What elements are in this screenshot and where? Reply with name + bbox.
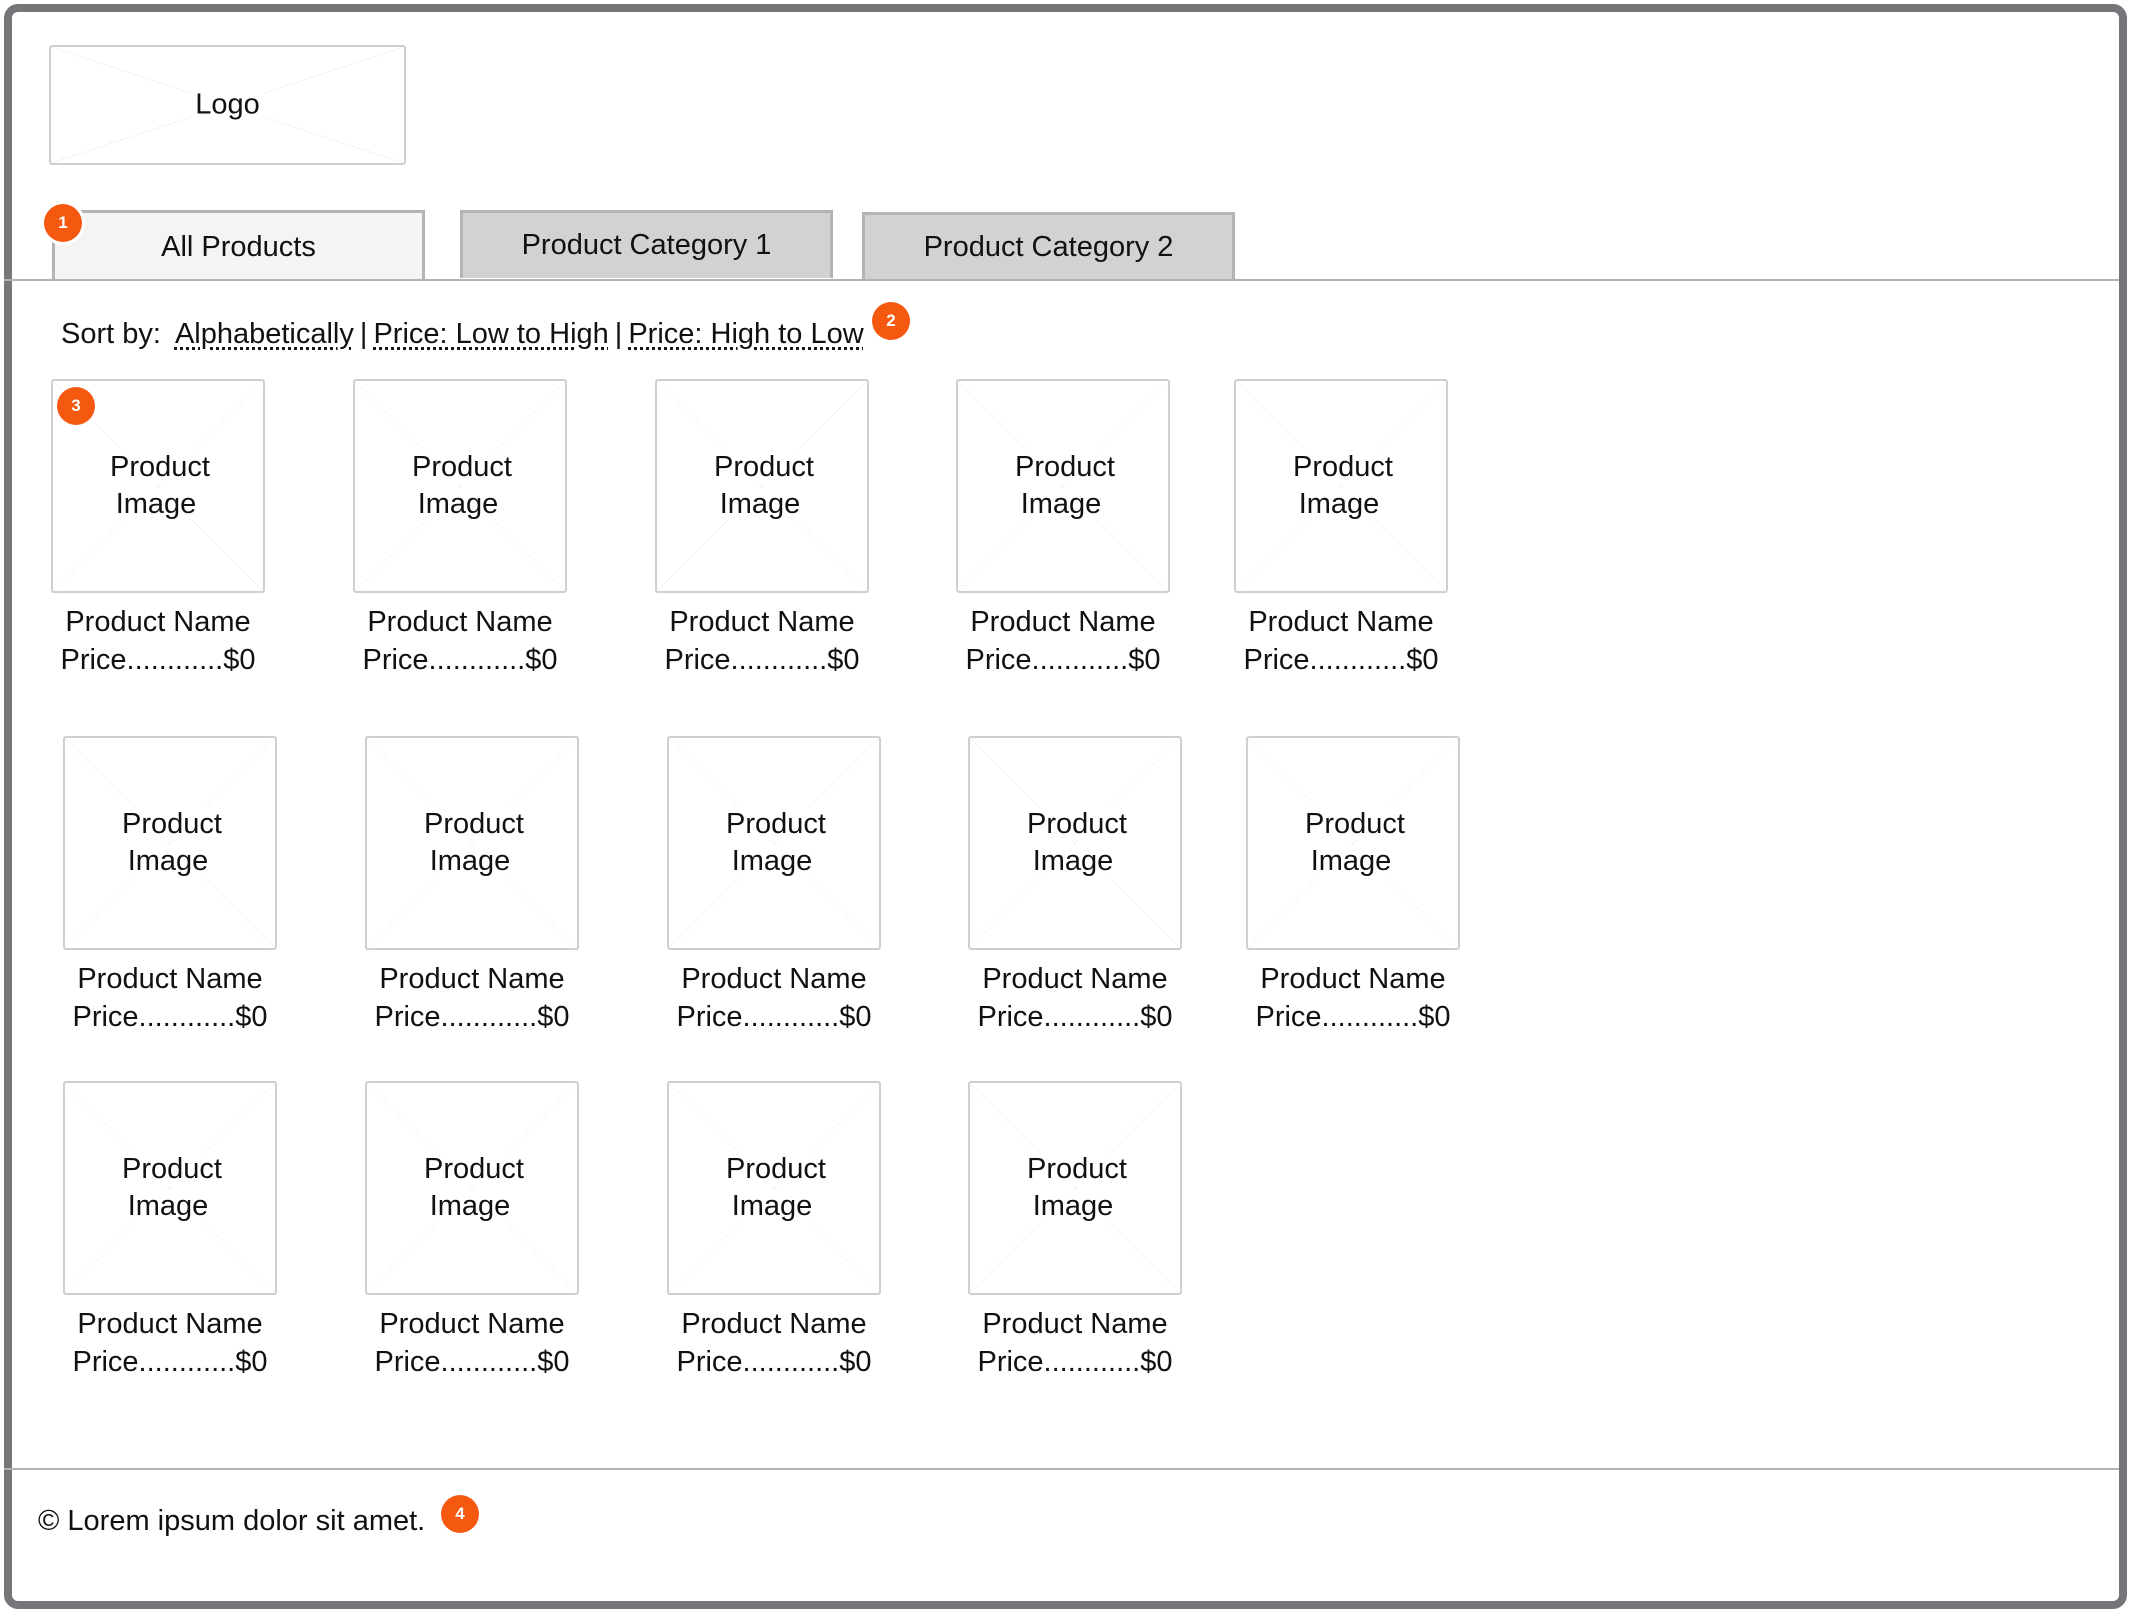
product-name[interactable]: Product Name (43, 1305, 297, 1343)
product-image-label: Product Image (1019, 1153, 1131, 1222)
tab-label: Product Category 2 (923, 231, 1174, 263)
sort-separator: | (614, 318, 623, 350)
product-card[interactable]: Product Image Product Name Price...........… (956, 379, 1170, 679)
product-card[interactable]: Product Image Product Name Price...........… (1234, 379, 1448, 679)
product-name[interactable]: Product Name (345, 1305, 599, 1343)
product-name[interactable]: Product Name (31, 603, 285, 641)
product-image-label: Product Image (1007, 451, 1119, 520)
product-image[interactable]: Product Image (968, 1081, 1182, 1295)
product-image-label: Product Image (706, 451, 818, 520)
product-card[interactable]: Product Image Product Name Price...........… (655, 379, 869, 679)
product-card[interactable]: Product Image Product Name Price...........… (353, 379, 567, 679)
product-name[interactable]: Product Name (635, 603, 889, 641)
sort-price-high-low-link[interactable]: Price: High to Low (628, 318, 863, 350)
tab-product-category-1[interactable]: Product Category 1 (460, 210, 833, 278)
tab-label: All Products (161, 230, 316, 263)
product-name[interactable]: Product Name (647, 1305, 901, 1343)
product-image[interactable]: Product Image (353, 379, 567, 593)
sort-label: Sort by: (61, 318, 161, 350)
product-price: Price............$0 (72, 1001, 268, 1033)
product-name[interactable]: Product Name (1226, 960, 1480, 998)
product-image[interactable]: Product Image (63, 1081, 277, 1295)
product-price: Price............$0 (374, 1001, 570, 1033)
product-price: Price............$0 (72, 1346, 268, 1378)
product-price: Price............$0 (362, 644, 558, 676)
product-image-label: Product Image (114, 1153, 226, 1222)
product-price: Price............$0 (977, 1001, 1173, 1033)
product-image-label: Product Image (102, 451, 214, 520)
product-card[interactable]: Product Image Product Name Price...........… (1246, 736, 1460, 1036)
product-price: Price............$0 (676, 1001, 872, 1033)
product-image-label: Product Image (404, 451, 516, 520)
tab-all-products[interactable]: All Products (52, 210, 425, 281)
product-price: Price............$0 (1243, 644, 1439, 676)
product-card[interactable]: Product Image Product Name Price...........… (968, 1081, 1182, 1381)
product-image-label: Product Image (718, 808, 830, 877)
tabs-divider (4, 279, 2119, 281)
product-image[interactable]: Product Image (968, 736, 1182, 950)
sort-bar: Sort by: Alphabetically | Price: Low to Hig… (61, 318, 864, 351)
product-name[interactable]: Product Name (43, 960, 297, 998)
product-image[interactable]: Product Image (956, 379, 1170, 593)
sort-price-low-high-link[interactable]: Price: Low to High (373, 318, 608, 350)
product-card[interactable]: Product Image Product Name Price...........… (63, 1081, 277, 1381)
tab-product-category-2[interactable]: Product Category 2 (862, 212, 1235, 280)
product-image[interactable]: Product Image (655, 379, 869, 593)
product-image-label: Product Image (718, 1153, 830, 1222)
product-image[interactable]: Product Image (365, 736, 579, 950)
sort-separator: | (359, 318, 368, 350)
product-price: Price............$0 (60, 644, 256, 676)
product-image[interactable]: Product Image (365, 1081, 579, 1295)
logo[interactable]: Logo (49, 45, 406, 165)
product-price: Price............$0 (965, 644, 1161, 676)
product-image-label: Product Image (1285, 451, 1397, 520)
product-image-label: Product Image (1297, 808, 1409, 877)
product-card[interactable]: Product Image Product Name Price...........… (51, 379, 265, 679)
product-price: Price............$0 (664, 644, 860, 676)
product-image[interactable]: Product Image (1246, 736, 1460, 950)
sort-alphabetically-link[interactable]: Alphabetically (175, 318, 354, 350)
product-card[interactable]: Product Image Product Name Price...........… (968, 736, 1182, 1036)
product-image-label: Product Image (114, 808, 226, 877)
product-name[interactable]: Product Name (647, 960, 901, 998)
product-card[interactable]: Product Image Product Name Price...........… (365, 1081, 579, 1381)
product-price: Price............$0 (977, 1346, 1173, 1378)
product-image[interactable]: Product Image (667, 736, 881, 950)
product-price: Price............$0 (676, 1346, 872, 1378)
annotation-badge: 1 (44, 204, 82, 242)
product-name[interactable]: Product Name (936, 603, 1190, 641)
product-card[interactable]: Product Image Product Name Price...........… (63, 736, 277, 1036)
product-price: Price............$0 (1255, 1001, 1451, 1033)
product-image-label: Product Image (416, 808, 528, 877)
product-name[interactable]: Product Name (333, 603, 587, 641)
annotation-badge: 4 (441, 1495, 479, 1533)
product-image-label: Product Image (416, 1153, 528, 1222)
product-card[interactable]: Product Image Product Name Price...........… (365, 736, 579, 1036)
tab-label: Product Category 1 (521, 229, 772, 261)
logo-label: Logo (191, 88, 264, 121)
footer-copyright: © Lorem ipsum dolor sit amet. (38, 1505, 426, 1537)
product-image[interactable]: Product Image (667, 1081, 881, 1295)
product-price: Price............$0 (374, 1346, 570, 1378)
product-card[interactable]: Product Image Product Name Price...........… (667, 736, 881, 1036)
product-image[interactable]: Product Image (63, 736, 277, 950)
product-image-label: Product Image (1019, 808, 1131, 877)
product-name[interactable]: Product Name (1214, 603, 1468, 641)
product-name[interactable]: Product Name (948, 960, 1202, 998)
product-name[interactable]: Product Name (345, 960, 599, 998)
annotation-badge: 3 (57, 387, 95, 425)
product-card[interactable]: Product Image Product Name Price...........… (667, 1081, 881, 1381)
product-name[interactable]: Product Name (948, 1305, 1202, 1343)
annotation-badge: 2 (872, 302, 910, 340)
product-image[interactable]: Product Image (1234, 379, 1448, 593)
footer-divider (4, 1468, 2119, 1470)
